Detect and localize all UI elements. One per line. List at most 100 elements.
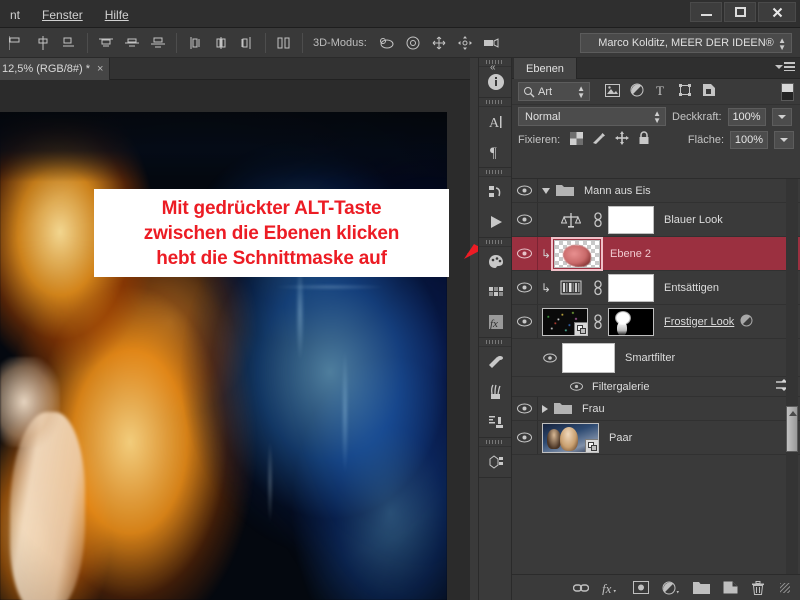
new-layer-icon[interactable]	[723, 581, 738, 594]
align-vertical-centers-icon[interactable]	[31, 32, 55, 54]
filter-adjustment-icon[interactable]	[630, 83, 644, 100]
swatches-icon[interactable]	[479, 277, 513, 307]
visibility-toggle[interactable]	[512, 271, 538, 304]
new-adjustment-layer-icon[interactable]	[662, 581, 680, 595]
link-icon[interactable]	[588, 211, 608, 228]
layer-thumbnail[interactable]	[542, 307, 588, 336]
layer-row-paar[interactable]: Paar	[512, 421, 800, 455]
maximize-button[interactable]	[724, 2, 756, 22]
group-expand-toggle[interactable]	[542, 401, 572, 417]
layer-row-ebene-2[interactable]: ↳ Ebene 2	[512, 236, 800, 271]
scroll-up-icon[interactable]	[789, 411, 797, 416]
panel-menu-icon[interactable]	[775, 62, 795, 71]
group-expand-toggle[interactable]	[542, 183, 574, 199]
visibility-toggle[interactable]	[538, 353, 562, 363]
distribute-right-edges-icon[interactable]	[235, 32, 259, 54]
align-bottom-edges-icon[interactable]	[57, 32, 81, 54]
dock-grip[interactable]	[479, 98, 511, 107]
layer-mask-thumbnail[interactable]	[608, 307, 654, 336]
filter-shape-icon[interactable]	[678, 83, 692, 100]
3d-slide-icon[interactable]	[453, 32, 477, 54]
link-icon[interactable]	[588, 279, 608, 296]
color-balance-icon[interactable]	[554, 211, 588, 229]
visibility-toggle[interactable]	[512, 421, 538, 454]
3d-scale-camera-icon[interactable]	[479, 32, 503, 54]
tab-ebenen[interactable]: Ebenen	[514, 58, 577, 79]
new-group-icon[interactable]	[693, 581, 710, 594]
menu-item-fenster[interactable]: Fenster	[32, 6, 95, 24]
3d-icon[interactable]	[479, 447, 513, 477]
visibility-toggle[interactable]	[512, 237, 538, 270]
filter-smart-object-icon[interactable]	[702, 83, 716, 100]
lock-transparency-icon[interactable]	[570, 131, 584, 148]
layer-mask-icon[interactable]	[633, 581, 649, 594]
filter-kind-select[interactable]: Art ▲ ▼	[518, 82, 590, 101]
layer-comps-icon[interactable]	[479, 177, 513, 207]
opacity-input[interactable]: 100%	[727, 107, 766, 126]
distribute-horizontal-centers-icon[interactable]	[209, 32, 233, 54]
collapse-panels-icon[interactable]: «	[490, 62, 495, 73]
menu-item-hilfe[interactable]: Hilfe	[95, 6, 141, 24]
fill-dropdown-button[interactable]	[774, 130, 794, 149]
3d-roll-icon[interactable]	[401, 32, 425, 54]
visibility-toggle[interactable]	[512, 203, 538, 236]
preset-dropdown[interactable]: Marco Kolditz, MEER DER IDEEN® ▲ ▼	[580, 33, 792, 53]
layer-row-entsaettigen[interactable]: ↳ Entsättigen	[512, 271, 800, 305]
lock-position-icon[interactable]	[615, 131, 630, 148]
filter-pixel-icon[interactable]	[605, 83, 620, 100]
color-icon[interactable]	[479, 247, 513, 277]
link-icon[interactable]	[588, 313, 608, 330]
3d-drag-icon[interactable]	[427, 32, 451, 54]
dock-grip[interactable]	[479, 168, 511, 177]
layer-mask-thumbnail[interactable]	[608, 205, 654, 234]
paragraph-icon[interactable]: ¶	[479, 137, 513, 167]
filter-enable-toggle[interactable]	[781, 82, 794, 101]
document-close-icon[interactable]: ×	[97, 63, 103, 75]
layer-mask-thumbnail[interactable]	[608, 273, 654, 302]
3d-rotate-icon[interactable]	[375, 32, 399, 54]
layer-thumbnail[interactable]	[542, 422, 599, 453]
dock-grip[interactable]	[479, 58, 511, 67]
hue-saturation-icon[interactable]	[554, 280, 588, 295]
distribute-top-edges-icon[interactable]	[94, 32, 118, 54]
brush-icon[interactable]	[479, 377, 513, 407]
filter-type-icon[interactable]: T	[654, 83, 668, 100]
lock-image-icon[interactable]	[592, 132, 606, 148]
layer-name[interactable]: Frostiger Look	[664, 316, 734, 328]
document-tab[interactable]: 12,5% (RGB/8#) * ×	[0, 58, 111, 80]
timeline-icon[interactable]	[479, 207, 513, 237]
opacity-dropdown-button[interactable]	[771, 107, 792, 126]
info-icon[interactable]	[479, 67, 513, 97]
dock-grip[interactable]	[479, 438, 511, 447]
resize-grip-icon[interactable]	[780, 582, 790, 593]
distribute-bottom-edges-icon[interactable]	[146, 32, 170, 54]
visibility-toggle[interactable]	[512, 397, 538, 420]
brush-presets-icon[interactable]	[479, 347, 513, 377]
lock-all-icon[interactable]	[638, 131, 650, 148]
clone-source-icon[interactable]	[479, 407, 513, 437]
visibility-toggle[interactable]	[512, 179, 538, 202]
layer-row-smartfilter[interactable]: Smartfilter	[512, 339, 800, 377]
distribute-spacing-icon[interactable]	[272, 32, 296, 54]
link-layers-icon[interactable]	[573, 582, 589, 594]
layer-row-frau[interactable]: Frau	[512, 397, 800, 421]
layer-row-blauer-look[interactable]: Blauer Look	[512, 203, 800, 237]
minimize-button[interactable]	[690, 2, 722, 22]
layer-row-mann-aus-eis[interactable]: Mann aus Eis	[512, 179, 800, 203]
menu-item-0[interactable]: nt	[0, 6, 32, 24]
distribute-vertical-centers-icon[interactable]	[120, 32, 144, 54]
layer-list-scroll-track[interactable]	[786, 179, 798, 579]
layer-thumbnail[interactable]	[551, 236, 603, 271]
close-button[interactable]	[758, 2, 796, 22]
blend-mode-select[interactable]: Normal ▲ ▼	[518, 107, 666, 126]
character-icon[interactable]: A	[479, 107, 513, 137]
align-partial-icon[interactable]	[5, 32, 29, 54]
canvas-area[interactable]	[0, 80, 470, 600]
styles-icon[interactable]: fx	[479, 307, 513, 337]
visibility-toggle[interactable]	[564, 382, 588, 391]
layer-row-frostiger-look[interactable]: Frostiger Look	[512, 305, 800, 339]
layer-row-filtergalerie[interactable]: Filtergalerie	[512, 377, 800, 397]
layer-style-icon[interactable]: fx	[602, 581, 620, 595]
dock-grip[interactable]	[479, 338, 511, 347]
smart-filter-mask-thumbnail[interactable]	[562, 342, 615, 373]
